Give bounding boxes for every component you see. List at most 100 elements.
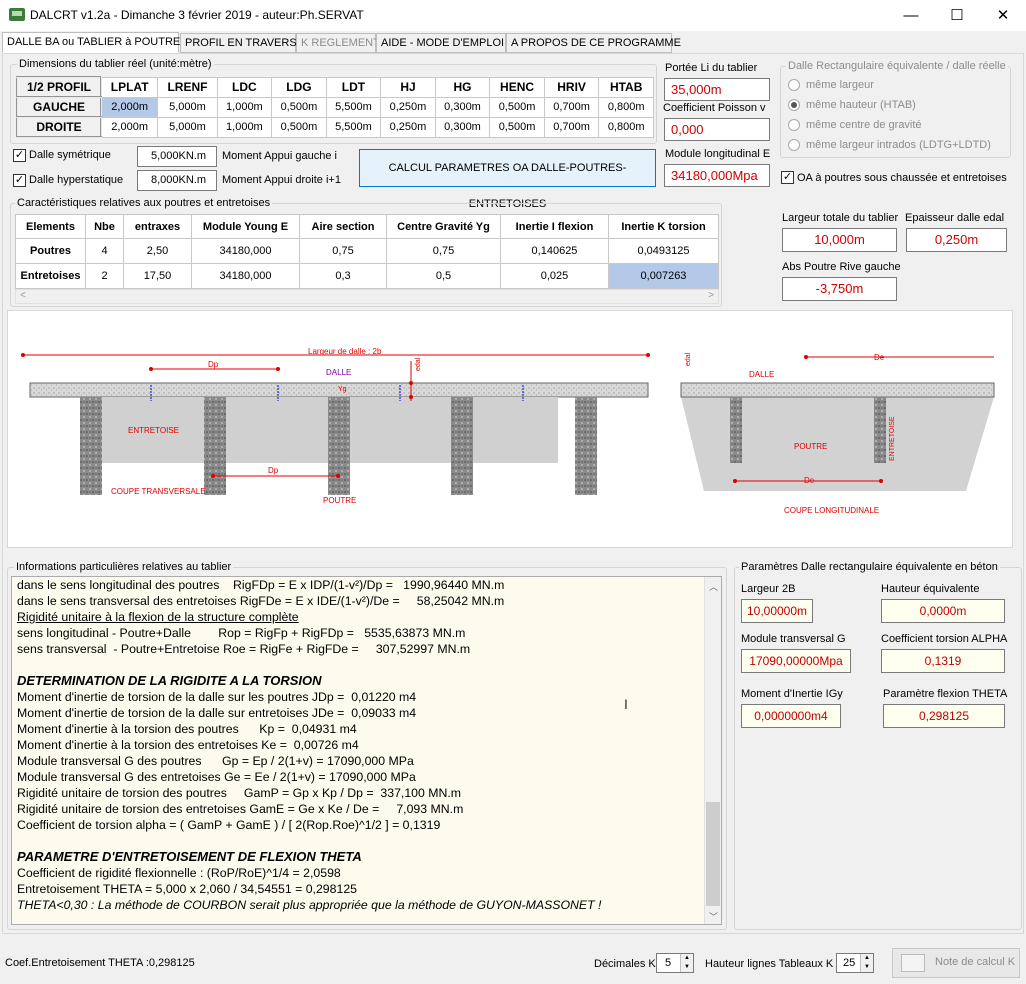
table-cell[interactable]: 0,800m (598, 116, 654, 138)
row-header-entretoises[interactable]: Entretoises (15, 263, 86, 289)
table-cell[interactable]: 34180,000 (191, 263, 300, 289)
hauteur-lignes-spinner[interactable]: 25 ▲ ▼ (836, 953, 874, 973)
col-header-htab[interactable]: HTAB (598, 76, 654, 98)
table-cell[interactable]: 5,000m (157, 116, 218, 138)
table-cell[interactable]: 0,500m (489, 96, 545, 118)
col-header-hg[interactable]: HG (434, 76, 491, 98)
col-header-elements[interactable]: Elements (15, 214, 86, 239)
col-header-ldc[interactable]: LDC (216, 76, 273, 98)
col-header-entraxes[interactable]: entraxes (123, 214, 192, 239)
table-cell[interactable]: 2,000m (100, 96, 159, 118)
table-cell[interactable]: 2 (85, 263, 124, 289)
col-header-henc[interactable]: HENC (489, 76, 545, 98)
table-cell[interactable]: 0,800m (598, 96, 654, 118)
scroll-thumb[interactable] (706, 802, 720, 906)
largeur-tablier-input[interactable]: 10,000m (782, 228, 897, 252)
table-cell[interactable]: 0,75 (386, 238, 501, 264)
table-cell[interactable]: 0,007263 (608, 263, 719, 289)
table-cell[interactable]: 0,3 (299, 263, 387, 289)
table-cell[interactable]: 0,025 (500, 263, 609, 289)
row-header-droite[interactable]: DROITE (16, 116, 102, 138)
note-calcul-button[interactable]: Note de calcul K (892, 948, 1020, 978)
col-header-inertie-flexion[interactable]: Inertie I flexion (500, 214, 609, 239)
info-line: dans le sens longitudinal des poutres Ri… (17, 578, 505, 592)
table-cell[interactable]: 5,000m (157, 96, 218, 118)
col-header-ldt[interactable]: LDT (325, 76, 382, 98)
radio-meme-centre-gravite[interactable] (788, 119, 800, 131)
col-header-module-young[interactable]: Module Young E (191, 214, 300, 239)
col-header-centre-gravite[interactable]: Centre Gravité Yg (386, 214, 501, 239)
table-cell[interactable]: 0,300m (434, 96, 491, 118)
col-header-hriv[interactable]: HRIV (543, 76, 600, 98)
table-cell[interactable]: 17,50 (123, 263, 192, 289)
table-cell[interactable]: 5,500m (325, 116, 382, 138)
oa-poutres-checkbox[interactable]: ✓ (781, 171, 794, 184)
table-cell[interactable]: 0,0493125 (608, 238, 719, 264)
table-cell[interactable]: 2,000m (100, 116, 159, 138)
col-header-lplat[interactable]: LPLAT (100, 76, 159, 98)
table-cell[interactable]: 0,5 (386, 263, 501, 289)
spin-down-icon[interactable]: ▼ (680, 963, 693, 972)
tab-k-reglement[interactable]: K REGLEMENT (296, 33, 380, 53)
moment-gauche-input[interactable]: 5,000KN.m (137, 146, 217, 167)
horizontal-scrollbar[interactable]: < > (15, 289, 719, 304)
scroll-right-icon[interactable]: > (708, 290, 714, 301)
calcul-parametres-button[interactable]: CALCUL PARAMETRES OA DALLE-POUTRES-ENTRE… (359, 149, 656, 210)
minimize-button[interactable]: — (888, 0, 934, 31)
table-cell[interactable]: 0,500m (271, 96, 327, 118)
radio-meme-largeur-intrados[interactable] (788, 139, 800, 151)
radio-meme-largeur[interactable] (788, 79, 800, 91)
table-cell[interactable]: 0,300m (434, 116, 491, 138)
tab-aide[interactable]: AIDE - MODE D'EMPLOI (376, 33, 506, 53)
col-header-hj[interactable]: HJ (380, 76, 436, 98)
tab-dalle-ba[interactable]: DALLE BA ou TABLIER à POUTRES (2, 32, 188, 53)
table-cell[interactable]: 0,700m (543, 96, 600, 118)
col-header-profil[interactable]: 1/2 PROFIL (16, 76, 102, 98)
spin-up-icon[interactable]: ▲ (680, 954, 693, 963)
portee-input[interactable]: 35,000m (664, 78, 770, 101)
dalle-hyperstatique-checkbox[interactable]: ✓ (13, 174, 26, 187)
table-cell[interactable]: 0,500m (271, 116, 327, 138)
module-input[interactable]: 34180,000Mpa (664, 164, 770, 187)
table-cell[interactable]: 0,250m (380, 116, 436, 138)
table-cell[interactable]: 0,500m (489, 116, 545, 138)
scroll-up-icon[interactable]: ︿ (709, 580, 718, 593)
col-header-aire-section[interactable]: Aire section (299, 214, 387, 239)
table-cell[interactable]: 0,250m (380, 96, 436, 118)
info-line (17, 657, 702, 673)
spin-up-icon[interactable]: ▲ (860, 954, 873, 963)
tab-profil-en-travers[interactable]: PROFIL EN TRAVERS (180, 33, 297, 53)
table-cell[interactable]: 34180,000 (191, 238, 300, 264)
poisson-input[interactable]: 0,000 (664, 118, 770, 141)
maximize-button[interactable]: ☐ (934, 0, 980, 31)
table-cell[interactable]: 0,140625 (500, 238, 609, 264)
moment-droite-input[interactable]: 8,000KN.m (137, 170, 217, 191)
info-textarea[interactable]: dans le sens longitudinal des poutres Ri… (11, 576, 722, 925)
dalle-symetrique-checkbox[interactable]: ✓ (13, 149, 26, 162)
col-header-inertie-torsion[interactable]: Inertie K torsion (608, 214, 719, 239)
decimales-spinner[interactable]: 5 ▲ ▼ (656, 953, 694, 973)
table-cell[interactable]: 1,000m (216, 116, 273, 138)
tab-a-propos[interactable]: A PROPOS DE CE PROGRAMME (506, 33, 681, 53)
table-cell[interactable]: 0,700m (543, 116, 600, 138)
table-cell[interactable]: 0,75 (299, 238, 387, 264)
table-cell[interactable]: 2,50 (123, 238, 192, 264)
epaisseur-dalle-input[interactable]: 0,250m (906, 228, 1007, 252)
spin-down-icon[interactable]: ▼ (860, 963, 873, 972)
col-header-lrenf[interactable]: LRENF (157, 76, 218, 98)
table-cell[interactable]: 1,000m (216, 96, 273, 118)
row-header-gauche[interactable]: GAUCHE (16, 96, 102, 118)
info-vertical-scrollbar[interactable]: ︿ ﹀ (704, 577, 721, 924)
radio-meme-hauteur[interactable] (788, 99, 800, 111)
col-header-ldg[interactable]: LDG (271, 76, 327, 98)
col-header-nbe[interactable]: Nbe (85, 214, 124, 239)
info-line: Rigidité unitaire à la flexion de la str… (17, 610, 299, 624)
oa-poutres-label: OA à poutres sous chaussée et entretoise… (797, 172, 1007, 184)
abs-poutre-input[interactable]: -3,750m (782, 277, 897, 301)
table-cell[interactable]: 4 (85, 238, 124, 264)
scroll-down-icon[interactable]: ﹀ (709, 910, 718, 923)
close-button[interactable]: ✕ (980, 0, 1026, 31)
table-cell[interactable]: 5,500m (325, 96, 382, 118)
row-header-poutres[interactable]: Poutres (15, 238, 86, 264)
scroll-left-icon[interactable]: < (20, 290, 26, 301)
